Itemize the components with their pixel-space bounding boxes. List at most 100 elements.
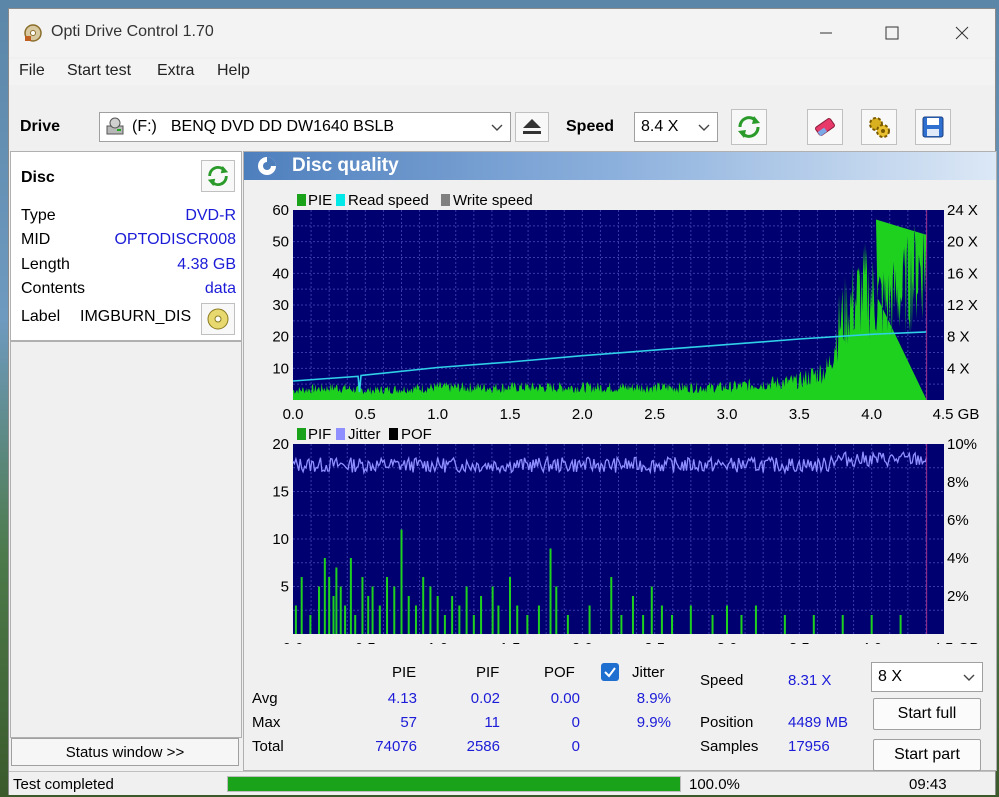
pie-y-left-ticks: 60 50 40 30 20 10	[272, 202, 289, 377]
row-max: Max	[252, 714, 281, 731]
pif-bar	[436, 596, 439, 634]
minimize-button[interactable]	[803, 17, 849, 49]
pif-bar	[393, 586, 396, 634]
disc-type-value: DVD-R	[185, 207, 236, 224]
settings-button[interactable]	[861, 109, 897, 145]
test-speed-select[interactable]: 8 X	[871, 662, 983, 692]
pie-y-right-ticks: 24 X 20 X 16 X 12 X 8 X 4 X	[947, 202, 978, 377]
x-tick: 1.0	[427, 640, 448, 644]
max-pif: 11	[484, 714, 500, 731]
app-icon	[24, 24, 42, 42]
pif-bar	[650, 586, 653, 634]
menu-start-test[interactable]: Start test	[67, 62, 131, 80]
refresh-icon	[738, 116, 760, 138]
disc-length-row: Length 4.38 GB	[21, 256, 236, 278]
x-tick: 3.0	[717, 640, 738, 644]
disc-label-label: Label	[21, 308, 61, 325]
x-tick: 1.5	[500, 640, 521, 644]
close-icon	[955, 26, 969, 40]
pif-y-right-ticks: 10% 8% 6% 4% 2%	[947, 436, 977, 605]
maximize-icon	[885, 26, 899, 40]
pif-chart: PIF Jitter POF 2015105 10%8%6%4%2% 0.00.…	[272, 426, 979, 644]
maximize-button[interactable]	[869, 17, 915, 49]
avg-pof: 0.00	[550, 690, 580, 707]
progress-text: 100.0%	[689, 775, 740, 793]
pif-bar	[631, 596, 634, 634]
disc-mid-value: OPTODISCR008	[114, 231, 236, 248]
legend-swatch-pif	[297, 428, 306, 440]
progress-bar	[227, 776, 681, 792]
pif-y-left-ticks: 20 15 10 5	[272, 436, 289, 596]
legend-read-speed: Read speed	[348, 192, 429, 209]
run-speed-value: 8.31 X	[788, 672, 832, 689]
y-right-tick: 20 X	[947, 234, 978, 251]
disc-refresh-button[interactable]	[201, 160, 235, 192]
speed-value: 8.4 X	[641, 118, 679, 135]
erase-button[interactable]	[807, 109, 843, 145]
y-left-tick: 15	[272, 484, 289, 501]
floppy-disk-icon	[922, 116, 944, 138]
pif-bar	[349, 558, 352, 634]
pif-bar	[642, 615, 645, 634]
jitter-checkbox[interactable]	[601, 663, 619, 681]
app-window: Opti Drive Control 1.70 File Start test …	[8, 8, 997, 795]
legend-pof: POF	[401, 426, 432, 443]
pif-bar	[407, 596, 410, 634]
pif-bar	[480, 596, 483, 634]
pif-bar	[537, 605, 540, 634]
start-part-button[interactable]: Start part	[873, 739, 981, 771]
window-title: Opti Drive Control 1.70	[51, 23, 214, 40]
y-left-tick: 10	[272, 360, 289, 377]
x-tick: 2.5	[644, 640, 665, 644]
status-window-button[interactable]: Status window >>	[11, 738, 239, 766]
disc-quality-header: Disc quality	[244, 152, 996, 180]
pif-bar	[414, 605, 417, 634]
menu-file[interactable]: File	[19, 62, 45, 80]
disc-icon	[207, 308, 229, 330]
x-tick: 4.0	[861, 406, 882, 423]
refresh-icon	[207, 165, 229, 187]
col-jitter: Jitter	[632, 664, 665, 681]
legend-swatch-read	[336, 194, 345, 206]
legend-swatch-jitter	[336, 428, 345, 440]
avg-jitter: 8.9%	[636, 690, 671, 707]
refresh-button[interactable]	[731, 109, 767, 145]
avg-pie: 4.13	[387, 690, 417, 707]
pif-bar	[588, 605, 591, 634]
eject-icon	[523, 119, 541, 134]
total-pie: 74076	[375, 738, 417, 755]
y-right-tick: 12 X	[947, 297, 978, 314]
y-right-tick: 4 X	[947, 360, 970, 377]
disc-label-button[interactable]	[201, 303, 235, 335]
y-right-tick: 10%	[947, 436, 977, 453]
eject-button[interactable]	[515, 112, 549, 142]
speed-select[interactable]: 8.4 X	[634, 112, 718, 142]
drive-select[interactable]: (F:) BENQ DVD DD DW1640 BSLB	[99, 112, 511, 142]
y-right-tick: 24 X	[947, 202, 978, 219]
legend-pie: PIE	[308, 192, 332, 209]
quality-charts: PIE Read speed Write speed 605040302010 …	[272, 192, 979, 644]
position-label: Position	[700, 714, 754, 731]
pif-bar	[610, 577, 613, 634]
max-pie: 57	[400, 714, 417, 731]
pie-chart: PIE Read speed Write speed 605040302010 …	[272, 192, 979, 423]
menu-extra[interactable]: Extra	[157, 62, 194, 80]
checkmark-icon	[604, 667, 616, 678]
pif-bar	[660, 605, 663, 634]
y-right-tick: 2%	[947, 588, 969, 605]
x-tick: 2.5	[644, 406, 665, 423]
max-jitter: 9.9%	[636, 714, 671, 731]
x-tick: 0.0	[283, 406, 304, 423]
save-button[interactable]	[915, 109, 951, 145]
drive-letter: (F:)	[132, 118, 157, 135]
pif-bar	[812, 615, 815, 634]
close-button[interactable]	[939, 17, 985, 49]
pif-bar	[566, 615, 569, 634]
y-left-tick: 20	[272, 436, 289, 453]
start-full-button[interactable]: Start full	[873, 698, 981, 730]
disc-contents-value: data	[204, 280, 236, 297]
total-pof: 0	[571, 738, 580, 755]
menu-help[interactable]: Help	[217, 62, 250, 80]
pif-bar	[671, 615, 674, 634]
pif-bar	[899, 615, 902, 634]
